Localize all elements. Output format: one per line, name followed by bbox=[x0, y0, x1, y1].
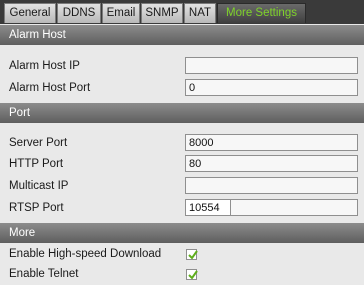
multicast-ip-field[interactable] bbox=[185, 177, 358, 194]
alarm-host-ip-label: Alarm Host IP bbox=[9, 60, 80, 72]
tab-ddns[interactable]: DDNS bbox=[57, 3, 101, 23]
server-port-label: Server Port bbox=[9, 137, 68, 149]
tab-snmp[interactable]: SNMP bbox=[141, 3, 183, 23]
tab-nat[interactable]: NAT bbox=[184, 3, 216, 23]
section-header-more: More bbox=[0, 223, 364, 243]
high-speed-download-label: Enable High-speed Download bbox=[9, 248, 162, 260]
tab-more-settings[interactable]: More Settings bbox=[217, 3, 306, 23]
server-port-field[interactable] bbox=[185, 134, 358, 151]
tab-general[interactable]: General bbox=[4, 3, 56, 23]
tab-bar: General DDNS Email SNMP NAT More Setting… bbox=[0, 0, 364, 24]
high-speed-download-checkbox[interactable] bbox=[186, 249, 198, 260]
alarm-host-port-label: Alarm Host Port bbox=[9, 82, 91, 94]
alarm-host-port-field[interactable] bbox=[185, 79, 358, 96]
check-icon bbox=[188, 270, 198, 280]
section-header-alarm-host: Alarm Host bbox=[0, 25, 364, 45]
http-port-field[interactable] bbox=[185, 155, 358, 172]
alarm-host-ip-field[interactable] bbox=[185, 57, 358, 74]
tab-email[interactable]: Email bbox=[102, 3, 140, 23]
check-icon bbox=[188, 250, 198, 260]
rtsp-port-label: RTSP Port bbox=[9, 202, 64, 214]
telnet-checkbox[interactable] bbox=[186, 269, 198, 280]
telnet-label: Enable Telnet bbox=[9, 268, 79, 280]
multicast-ip-label: Multicast IP bbox=[9, 180, 69, 192]
http-port-label: HTTP Port bbox=[9, 158, 64, 170]
rtsp-port-field-frame bbox=[231, 199, 358, 216]
section-header-port: Port bbox=[0, 103, 364, 123]
rtsp-port-field[interactable] bbox=[185, 199, 231, 216]
